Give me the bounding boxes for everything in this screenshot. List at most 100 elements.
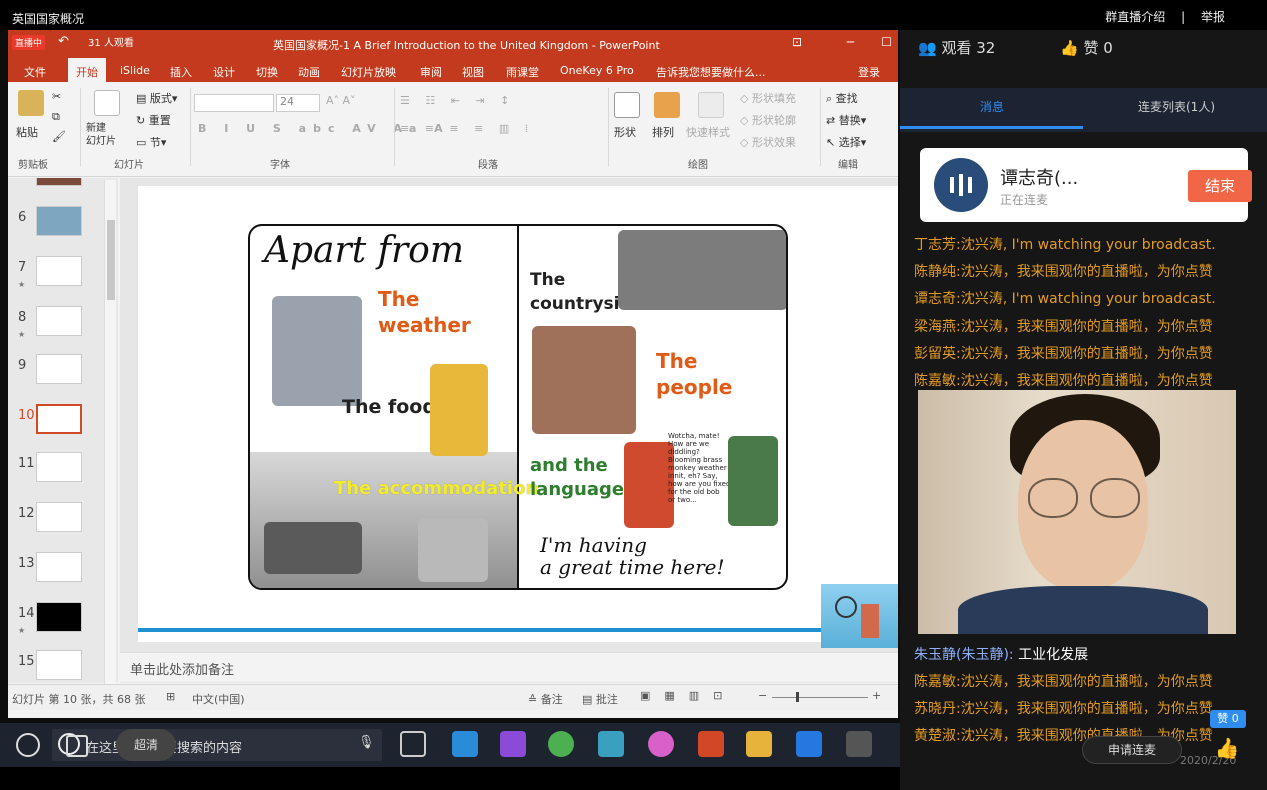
thumbnail-slide-current[interactable]: 10 xyxy=(8,404,118,452)
group-live-intro-link[interactable]: 群直播介绍 xyxy=(1105,10,1165,24)
shape-outline-button[interactable]: ◇ 形状轮廓 xyxy=(740,112,796,128)
taskbar-search[interactable]: 在这里输入你要搜索的内容 🎙 xyxy=(52,729,382,761)
find-button[interactable]: ⌕ 查找 xyxy=(826,90,858,106)
align-buttons[interactable]: ≡ ≡ ≡ ≡ ▥ ⁞ xyxy=(400,122,534,135)
tab-review[interactable]: 审阅 xyxy=(420,64,442,80)
zoom-out-icon[interactable]: − xyxy=(758,689,767,702)
thumbnail-slide[interactable]: 15 xyxy=(8,650,118,683)
cut-icon[interactable]: ✂ xyxy=(52,90,61,103)
tab-transitions[interactable]: 切换 xyxy=(256,64,278,80)
format-painter-icon[interactable]: 🖌 xyxy=(52,130,66,143)
zoom-in-icon[interactable]: + xyxy=(872,689,881,702)
tab-messages[interactable]: 消息 xyxy=(980,98,1004,115)
layout-label: 版式 xyxy=(149,92,172,105)
shape-effect-button[interactable]: ◇ 形状效果 xyxy=(740,134,796,150)
maximize-icon[interactable]: ☐ xyxy=(881,35,892,49)
slide-thumbnail-pane: 6 7 ★ 8 ★ 9 10 11 12 13 14 ★ 15 xyxy=(8,178,118,683)
comments-toggle[interactable]: ▤ 批注 xyxy=(582,691,618,707)
shape-icon[interactable] xyxy=(614,92,640,118)
app-icon[interactable] xyxy=(500,731,526,757)
arrange-icon[interactable] xyxy=(654,92,680,118)
tab-mic-list[interactable]: 连麦列表(1人) xyxy=(1138,98,1215,115)
thumbs-up-icon[interactable]: 👍 xyxy=(1212,736,1242,764)
slide-canvas[interactable]: Apart from The weather The food The acco… xyxy=(120,178,898,683)
app-icon[interactable] xyxy=(796,731,822,757)
tab-onekey[interactable]: OneKey 6 Pro xyxy=(560,64,634,77)
grow-font-icon[interactable]: A˄ A˅ xyxy=(326,94,356,107)
tab-insert[interactable]: 插入 xyxy=(170,64,192,80)
end-mic-button[interactable]: 结束 xyxy=(1188,170,1252,202)
tab-rain-classroom[interactable]: 雨课堂 xyxy=(506,64,539,80)
chat-message: 陈静纯:沈兴涛，我来围观你的直播啦，为你点赞 xyxy=(914,261,1267,281)
layout-button[interactable]: ▤ 版式▾ xyxy=(136,90,177,106)
window-mode-icon[interactable] xyxy=(66,735,88,757)
font-name-input[interactable] xyxy=(194,94,274,112)
app-icon[interactable] xyxy=(648,731,674,757)
notes-pane[interactable]: 单击此处添加备注 xyxy=(120,652,898,682)
zoom-slider[interactable] xyxy=(772,697,868,698)
webcam-video[interactable] xyxy=(918,390,1236,634)
spellcheck-icon[interactable]: ⊞ xyxy=(166,690,175,703)
report-link[interactable]: 举报 xyxy=(1201,10,1225,24)
quick-style-label[interactable]: 快速样式 xyxy=(686,124,730,140)
paste-icon[interactable] xyxy=(18,90,44,116)
shape-label[interactable]: 形状 xyxy=(614,124,636,140)
minimize-icon[interactable]: ─ xyxy=(847,35,854,49)
thumbnail-slide[interactable]: 8 ★ xyxy=(8,306,118,354)
notes-toggle[interactable]: ≙ 备注 xyxy=(528,691,563,707)
tab-design[interactable]: 设计 xyxy=(213,64,235,80)
thumbnail-slide[interactable]: 14 ★ xyxy=(8,602,118,650)
apply-mic-button[interactable]: 申请连麦 xyxy=(1082,736,1182,764)
thumbnail-slide[interactable]: 7 ★ xyxy=(8,256,118,304)
login-link[interactable]: 登录 xyxy=(858,64,880,80)
thumbnail-image xyxy=(36,354,82,384)
thumbnail-slide[interactable]: 11 xyxy=(8,452,118,500)
app-browser-icon[interactable] xyxy=(452,731,478,757)
tab-slideshow[interactable]: 幻灯片放映 xyxy=(341,64,396,80)
section-button[interactable]: ▭ 节▾ xyxy=(136,134,166,150)
tab-animations[interactable]: 动画 xyxy=(298,64,320,80)
thumbnail-slide[interactable]: 9 xyxy=(8,354,118,402)
list-buttons[interactable]: ☰ ☷ ⇤ ⇥ ↕ xyxy=(400,94,515,107)
slide[interactable]: Apart from The weather The food The acco… xyxy=(138,186,898,648)
powerpoint-icon[interactable] xyxy=(698,731,724,757)
select-button[interactable]: ↖ 选择▾ xyxy=(826,134,866,150)
tell-me-search[interactable]: 告诉我您想要做什么... xyxy=(656,64,766,80)
clarity-toggle[interactable]: 超清 xyxy=(116,729,176,761)
ribbon-display-icon[interactable]: ⊡ xyxy=(792,35,802,49)
language-status[interactable]: 中文(中国) xyxy=(192,691,245,707)
copy-icon[interactable]: ⧉ xyxy=(52,110,60,124)
undo-icon[interactable]: ↶ xyxy=(58,34,69,49)
thumbnail-scrollbar[interactable] xyxy=(104,180,116,685)
arrange-label[interactable]: 排列 xyxy=(652,124,674,140)
tab-file[interactable]: 文件 xyxy=(24,64,46,80)
screenshot-icon[interactable] xyxy=(16,733,40,757)
thumbnail-partial[interactable] xyxy=(8,178,118,190)
view-buttons[interactable]: ▣▦▥⊡ xyxy=(640,689,736,702)
shape-effect-label: 形状效果 xyxy=(751,136,796,149)
file-explorer-icon[interactable] xyxy=(746,731,772,757)
app-icon[interactable] xyxy=(598,731,624,757)
chrome-icon[interactable] xyxy=(548,731,574,757)
scrollbar-thumb[interactable] xyxy=(107,220,115,300)
like-count[interactable]: 👍 赞 0 xyxy=(1060,37,1113,58)
zoom-slider-thumb[interactable] xyxy=(796,692,799,702)
font-size-input[interactable]: 24 xyxy=(276,94,320,112)
app-icon[interactable] xyxy=(846,731,872,757)
thumbnail-slide[interactable]: 12 xyxy=(8,502,118,550)
reset-button[interactable]: ↻ 重置 xyxy=(136,112,171,128)
new-slide-label[interactable]: 新建 幻灯片 xyxy=(86,122,136,148)
tab-view[interactable]: 视图 xyxy=(462,64,484,80)
task-view-icon[interactable] xyxy=(400,731,426,757)
new-slide-icon[interactable] xyxy=(94,90,120,116)
tab-islide[interactable]: iSlide xyxy=(120,64,150,77)
replace-button[interactable]: ⇄ 替换▾ xyxy=(826,112,866,128)
thumbnail-slide[interactable]: 6 xyxy=(8,206,118,254)
mic-icon[interactable]: 🎙 xyxy=(358,735,375,750)
quick-style-icon[interactable] xyxy=(698,92,724,118)
tab-home[interactable]: 开始 xyxy=(68,58,106,82)
thumbnail-number: 7 xyxy=(18,260,27,275)
thumbnail-slide[interactable]: 13 xyxy=(8,552,118,600)
shape-fill-button[interactable]: ◇ 形状填充 xyxy=(740,90,796,106)
slide-counter: 幻灯片 第 10 张，共 68 张 xyxy=(12,693,146,706)
